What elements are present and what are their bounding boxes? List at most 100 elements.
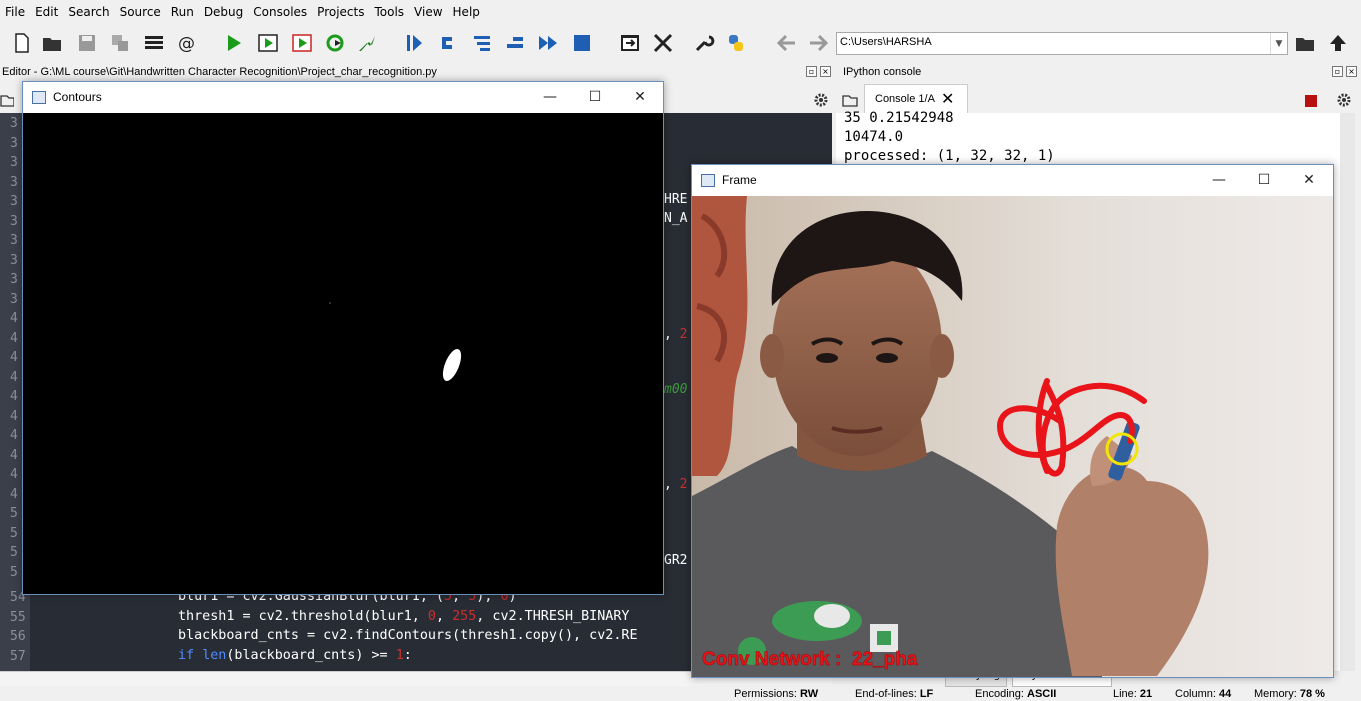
stop-icon[interactable] — [570, 31, 594, 55]
continue-icon[interactable] — [536, 31, 560, 55]
rerun-icon[interactable] — [323, 31, 347, 55]
step-icon[interactable] — [402, 31, 426, 55]
browse-tabs-icon[interactable] — [0, 90, 15, 108]
step-return-icon[interactable] — [470, 31, 494, 55]
menu-bar: File Edit Search Source Run Debug Consoles Proj… — [0, 0, 1361, 24]
console-line: 35 0.21542948 — [844, 110, 954, 126]
debug-icon[interactable] — [355, 31, 379, 55]
code-fragment: , 2 — [664, 327, 688, 342]
parent-dir-icon[interactable] — [1326, 31, 1350, 55]
line-number: 3 — [10, 174, 18, 190]
line-number: 4 — [10, 447, 18, 463]
code-line: if len(blackboard_cnts) >= 1: — [178, 647, 412, 663]
tab-console-label: Console 1/A — [875, 93, 935, 105]
working-directory-value: C:\Users\HARSHA — [840, 36, 932, 48]
close-icon[interactable]: ✕ — [625, 86, 655, 108]
prediction-overlay-text: Conv Network : 22_pha — [702, 649, 918, 671]
webcam-image — [692, 196, 1333, 677]
close-icon[interactable]: ✕ — [1294, 169, 1324, 191]
code-line: thresh1 = cv2.threshold(blur1, 0, 255, c… — [178, 608, 630, 624]
line-number: 5 — [10, 545, 18, 560]
outline-icon[interactable] — [142, 31, 166, 55]
tab-console[interactable]: Console 1/A ✕ — [864, 84, 968, 113]
close-pane-icon[interactable]: × — [1346, 66, 1357, 77]
menu-item-projects[interactable]: Projects — [312, 0, 369, 24]
browse-tabs-icon[interactable] — [842, 90, 858, 108]
line-number: 3 — [10, 291, 18, 307]
browse-folder-icon[interactable] — [1293, 31, 1317, 55]
line-number: 4 — [10, 350, 18, 365]
menu-item-view[interactable]: View — [409, 0, 447, 24]
gear-icon[interactable] — [813, 92, 829, 108]
save-icon[interactable] — [75, 31, 99, 55]
step-over-icon[interactable] — [503, 31, 527, 55]
new-file-icon[interactable] — [10, 31, 34, 55]
contours-titlebar[interactable]: Contours — ☐ ✕ — [23, 82, 663, 112]
window-icon — [32, 91, 46, 104]
run-cell-icon[interactable] — [256, 31, 280, 55]
console-line: processed: (1, 32, 32, 1) — [844, 148, 1055, 164]
line-number: 3 — [10, 194, 18, 209]
python-icon[interactable] — [724, 31, 748, 55]
line-number: 3 — [10, 252, 18, 268]
console-line: 10474.0 — [844, 129, 904, 145]
frame-title: Frame — [722, 173, 757, 187]
minimize-icon[interactable]: — — [535, 86, 565, 108]
menu-item-source[interactable]: Source — [115, 0, 166, 24]
code-line: blackboard_cnts = cv2.findContours(thres… — [178, 628, 638, 643]
menu-item-run[interactable]: Run — [166, 0, 199, 24]
minimize-icon[interactable]: — — [1204, 169, 1234, 191]
line-number: 4 — [10, 389, 18, 404]
wrench-icon[interactable] — [692, 31, 716, 55]
working-directory-combo[interactable]: C:\Users\HARSHA ▼ — [836, 32, 1288, 55]
close-pane-icon[interactable]: × — [820, 66, 831, 77]
maximize-pane-icon[interactable] — [618, 31, 642, 55]
menu-item-tools[interactable]: Tools — [369, 0, 409, 24]
status-bar: Permissions: RW End-of-lines: LF Encodin… — [0, 688, 1361, 701]
at-icon[interactable]: @ — [175, 31, 199, 55]
menu-item-help[interactable]: Help — [448, 0, 485, 24]
line-number: 4 — [10, 428, 18, 443]
console-scrollbar[interactable] — [1340, 113, 1355, 671]
line-number: 3 — [10, 155, 18, 170]
run-cell-advance-icon[interactable] — [290, 31, 314, 55]
menu-item-search[interactable]: Search — [63, 0, 114, 24]
menu-item-file[interactable]: File — [0, 0, 30, 24]
chevron-down-icon[interactable]: ▼ — [1270, 33, 1287, 54]
contours-canvas — [23, 113, 663, 594]
line-number: 4 — [10, 467, 18, 482]
code-fragment: , 2 — [664, 477, 688, 492]
menu-item-consoles[interactable]: Consoles — [248, 0, 312, 24]
permissions-status: Permissions: RW — [734, 688, 819, 700]
run-icon[interactable] — [222, 31, 246, 55]
frame-titlebar[interactable]: Frame — ☐ ✕ — [692, 165, 1333, 195]
contours-title: Contours — [53, 90, 102, 104]
menu-item-debug[interactable]: Debug — [199, 0, 248, 24]
close-tab-icon[interactable]: ✕ — [941, 89, 954, 108]
undock-icon[interactable]: ▫ — [806, 66, 817, 77]
fullscreen-icon[interactable] — [651, 31, 675, 55]
line-number: 3 — [10, 116, 18, 131]
forward-icon[interactable] — [806, 31, 830, 55]
step-into-icon[interactable] — [437, 31, 461, 55]
line-number: 55 — [10, 609, 26, 625]
stop-kernel-icon[interactable] — [1305, 95, 1317, 107]
line-number: 4 — [10, 486, 18, 502]
menu-item-edit[interactable]: Edit — [30, 0, 63, 24]
maximize-icon[interactable]: ☐ — [1249, 169, 1279, 191]
console-pane-title: IPython console — [843, 66, 922, 78]
line-number: 3 — [10, 233, 18, 248]
maximize-icon[interactable]: ☐ — [580, 86, 610, 108]
svg-text:@: @ — [178, 34, 195, 54]
eol-status: End-of-lines: LF — [855, 688, 934, 700]
gear-icon[interactable] — [1336, 92, 1352, 108]
open-folder-icon[interactable] — [40, 31, 64, 55]
back-icon[interactable] — [775, 31, 799, 55]
contours-window: Contours — ☐ ✕ — [22, 81, 664, 595]
undock-icon[interactable]: ▫ — [1332, 66, 1343, 77]
contours-image — [329, 302, 462, 381]
memory-status: Memory: 78 % — [1254, 688, 1325, 700]
line-number: 5 — [10, 525, 18, 541]
save-all-icon[interactable] — [108, 31, 132, 55]
line-number: 4 — [10, 330, 18, 346]
